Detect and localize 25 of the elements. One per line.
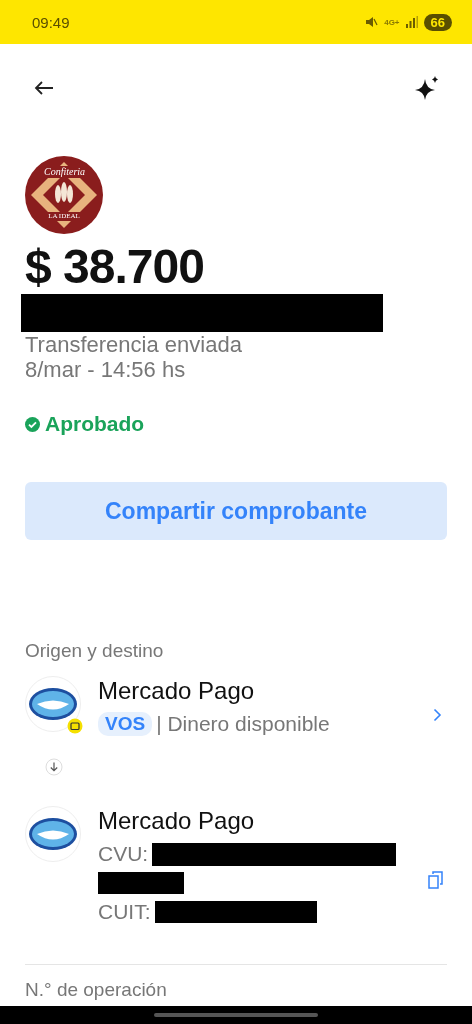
share-receipt-button[interactable]: Compartir comprobante <box>25 482 447 540</box>
owner-tag: VOS <box>98 712 153 736</box>
destination-name: Mercado Pago <box>98 806 256 836</box>
signal-icon <box>405 16 418 28</box>
home-handle[interactable] <box>154 1013 318 1017</box>
mute-icon <box>364 15 379 29</box>
back-arrow-icon[interactable] <box>34 80 54 96</box>
cvu-label: CVU: <box>98 842 149 866</box>
chevron-right-icon[interactable] <box>433 708 442 722</box>
amount: $ 38.700 <box>25 240 205 294</box>
network-label: 4G+ <box>384 17 400 27</box>
status-label: Aprobado <box>45 412 145 436</box>
clock-time: 09:49 <box>32 13 70 31</box>
transfer-date: 8/mar - 14:56 hs <box>25 357 187 382</box>
account-type: | Dinero disponible <box>156 712 330 736</box>
wallet-badge-icon <box>67 718 83 734</box>
section-title: Origen y destino <box>25 640 165 662</box>
transfer-description: Transferencia enviada <box>25 332 243 357</box>
section-title: N.° de operación <box>25 979 168 1001</box>
sparkle-icon[interactable] <box>414 75 440 101</box>
copy-icon[interactable] <box>428 870 444 890</box>
cuit-label: CUIT: <box>98 900 151 924</box>
origin-name: Mercado Pago <box>98 676 256 706</box>
battery-level: 66 <box>423 13 452 31</box>
logo-text: Confiteria <box>44 166 84 178</box>
